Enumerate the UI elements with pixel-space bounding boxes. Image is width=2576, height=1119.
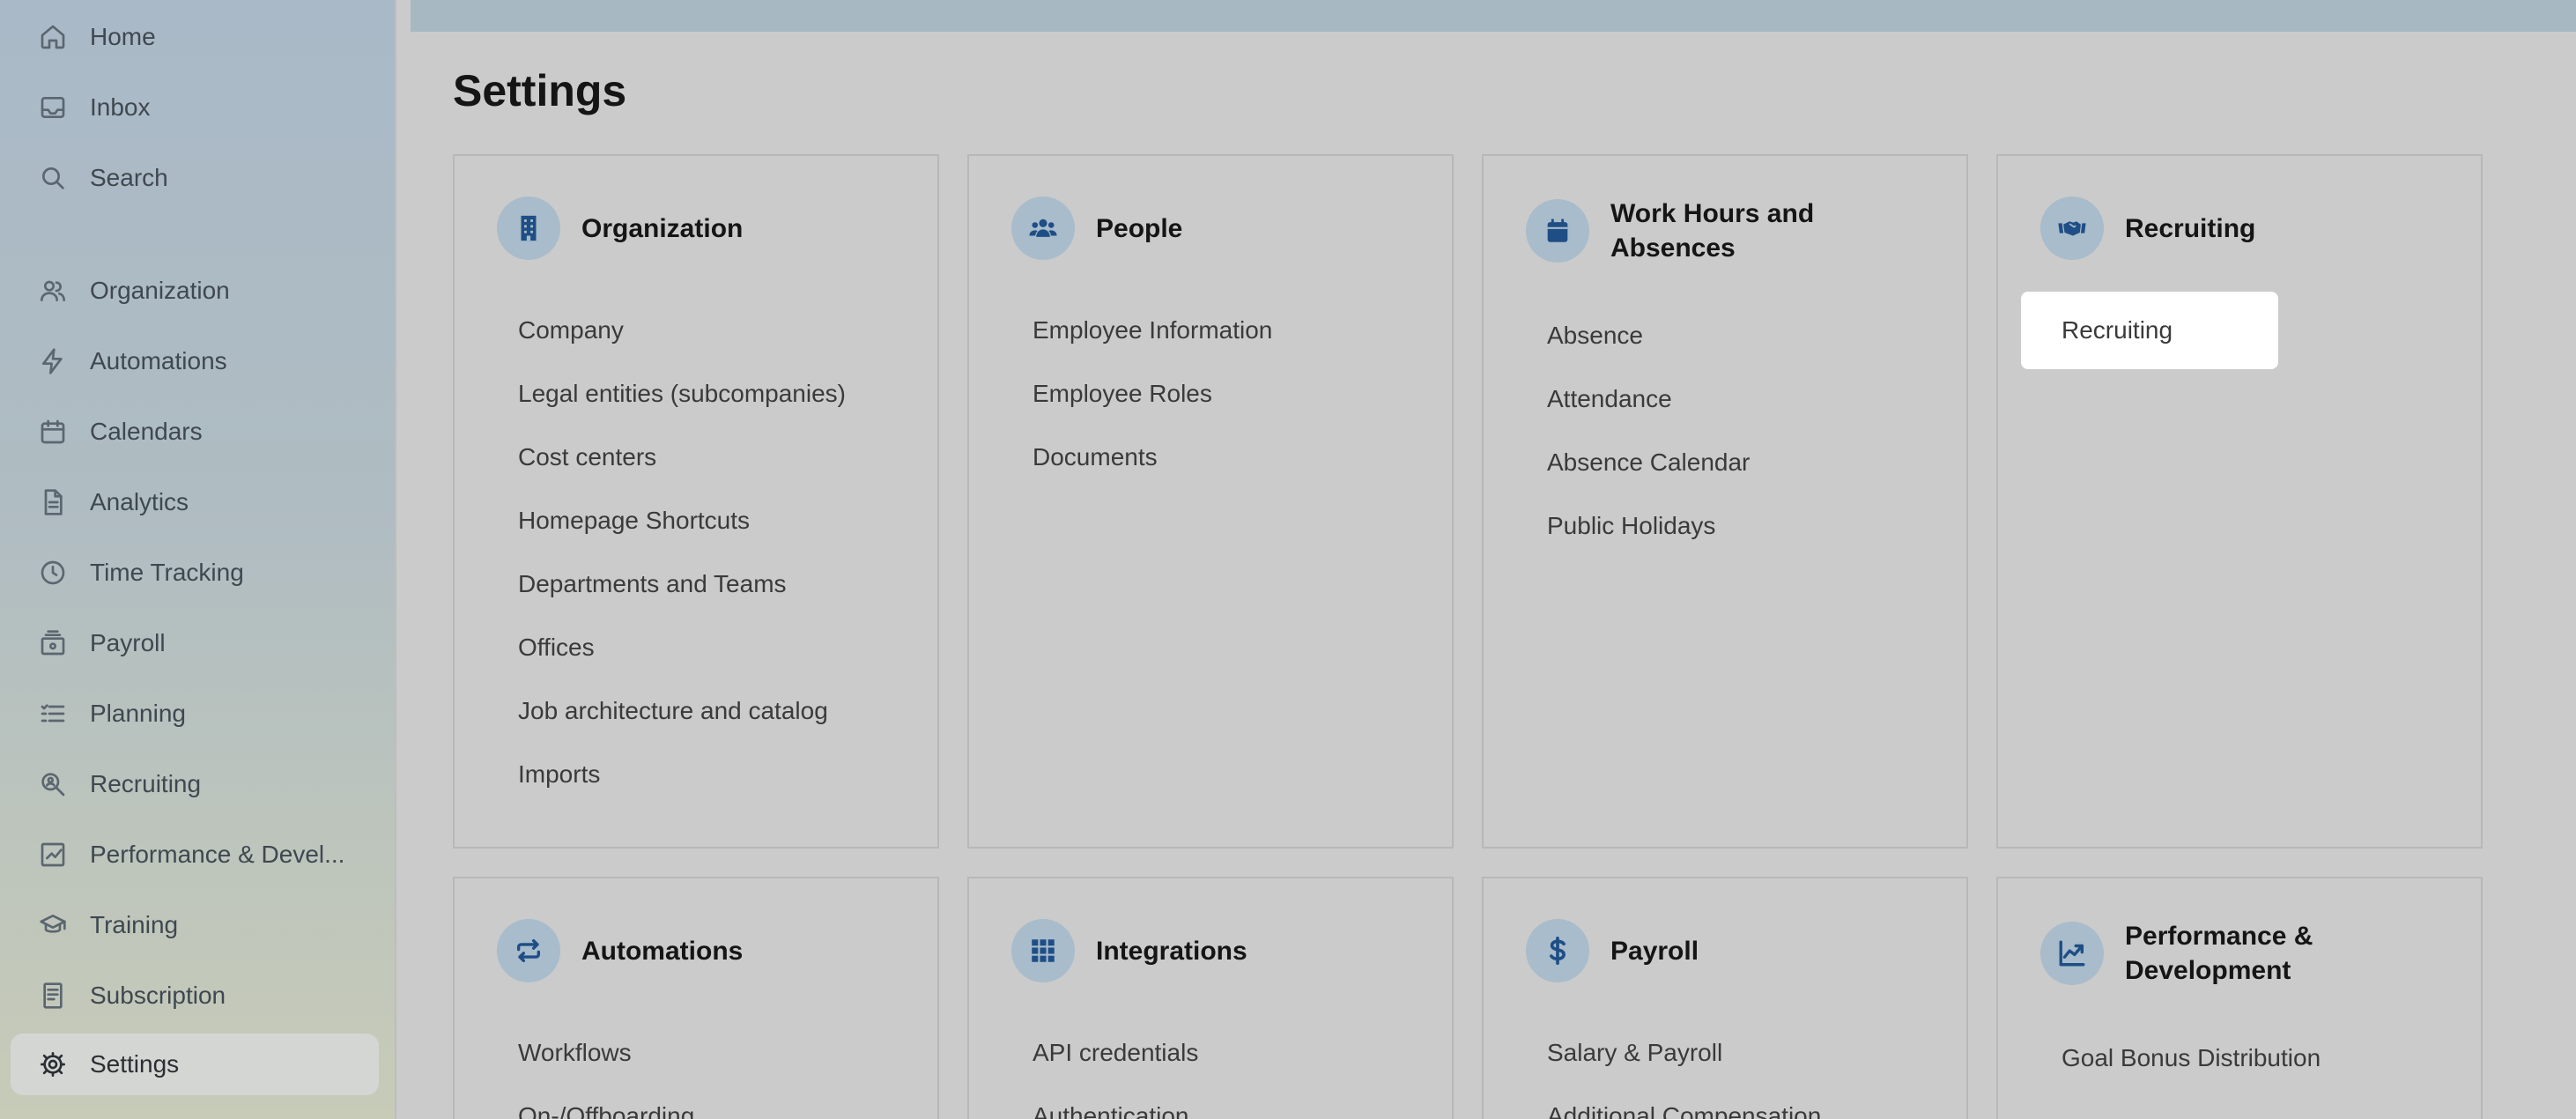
link-departments-teams[interactable]: Departments and Teams <box>518 552 846 616</box>
link-documents[interactable]: Documents <box>1033 426 1272 489</box>
link-offices[interactable]: Offices <box>518 616 846 679</box>
users-icon <box>1011 196 1075 260</box>
settings-card-work-hours: Work Hours and Absences Absence Attendan… <box>1482 154 1968 849</box>
lightning-icon <box>37 345 69 377</box>
repeat-icon <box>497 919 560 982</box>
link-api-credentials[interactable]: API credentials <box>1033 1021 1198 1085</box>
link-imports[interactable]: Imports <box>518 743 846 806</box>
sidebar-item-label: Training <box>90 911 179 938</box>
sidebar-item-label: Recruiting <box>90 770 202 797</box>
sidebar-item-training[interactable]: Training <box>11 894 379 956</box>
sidebar-item-recruiting[interactable]: Recruiting <box>11 753 379 815</box>
sidebar-item-inbox[interactable]: Inbox <box>11 77 379 138</box>
dollar-icon <box>1526 919 1589 982</box>
link-absence-calendar[interactable]: Absence Calendar <box>1547 431 1750 494</box>
inbox-icon <box>37 92 69 123</box>
settings-card-integrations: Integrations API credentials Authenticat… <box>967 877 1454 1119</box>
settings-card-recruiting: Recruiting Recruiting <box>1996 154 2483 849</box>
sidebar-item-label: Inbox <box>90 93 151 121</box>
chart-line-icon <box>2040 922 2104 985</box>
link-employee-roles[interactable]: Employee Roles <box>1033 362 1272 426</box>
sidebar-item-label: Payroll <box>90 629 166 656</box>
sidebar-item-subscription[interactable]: Subscription <box>11 965 379 1026</box>
page-title: Settings <box>453 66 627 115</box>
link-employee-information[interactable]: Employee Information <box>1033 299 1272 362</box>
card-title: Performance & Development <box>2125 922 2313 985</box>
card-title: Payroll <box>1610 936 1699 966</box>
sidebar-item-label: Search <box>90 164 168 191</box>
sidebar-item-label: Automations <box>90 347 227 374</box>
sidebar-item-label: Planning <box>90 700 186 727</box>
payroll-icon <box>37 627 69 659</box>
graduation-cap-icon <box>37 909 69 941</box>
list-icon <box>37 698 69 730</box>
home-icon <box>37 21 69 53</box>
link-cost-centers[interactable]: Cost centers <box>518 426 846 489</box>
link-authentication[interactable]: Authentication <box>1033 1085 1198 1119</box>
link-onoffboarding[interactable]: On-/Offboarding <box>518 1085 694 1119</box>
card-title: Work Hours and Absences <box>1610 199 1815 263</box>
link-company[interactable]: Company <box>518 299 846 362</box>
sidebar-item-label: Settings <box>90 1050 180 1078</box>
sidebar-item-settings[interactable]: Settings <box>11 1034 379 1095</box>
chart-icon <box>37 839 69 871</box>
gear-icon <box>37 1049 69 1080</box>
link-job-architecture[interactable]: Job architecture and catalog <box>518 679 846 743</box>
sidebar-item-label: Performance & Devel... <box>90 841 345 868</box>
top-banner <box>411 0 2576 32</box>
link-attendance[interactable]: Attendance <box>1547 367 1750 431</box>
sidebar-item-calendars[interactable]: Calendars <box>11 401 379 463</box>
sidebar-item-performance[interactable]: Performance & Devel... <box>11 824 379 886</box>
sidebar-item-time-tracking[interactable]: Time Tracking <box>11 542 379 604</box>
link-homepage-shortcuts[interactable]: Homepage Shortcuts <box>518 489 846 552</box>
clock-icon <box>37 557 69 589</box>
settings-card-people: People Employee Information Employee Rol… <box>967 154 1454 849</box>
sidebar-item-label: Analytics <box>90 488 189 515</box>
link-public-holidays[interactable]: Public Holidays <box>1547 494 1750 558</box>
link-legal-entities[interactable]: Legal entities (subcompanies) <box>518 362 846 426</box>
settings-card-performance: Performance & Development Goal Bonus Dis… <box>1996 877 2483 1119</box>
settings-card-automations: Automations Workflows On-/Offboarding <box>453 877 939 1119</box>
card-title: People <box>1096 213 1183 243</box>
sidebar-item-label: Subscription <box>90 982 226 1009</box>
settings-card-organization: Organization Company Legal entities (sub… <box>453 154 939 849</box>
sidebar-item-label: Organization <box>90 277 230 304</box>
card-title: Organization <box>581 213 744 243</box>
link-salary-payroll[interactable]: Salary & Payroll <box>1547 1021 1821 1085</box>
link-additional-compensation[interactable]: Additional Compensation <box>1547 1085 1821 1119</box>
link-workflows[interactable]: Workflows <box>518 1021 694 1085</box>
sidebar-item-label: Time Tracking <box>90 559 244 586</box>
calendar-icon <box>37 416 69 448</box>
sidebar-item-planning[interactable]: Planning <box>11 683 379 745</box>
grid-icon <box>1011 919 1075 982</box>
building-icon <box>497 196 560 260</box>
receipt-icon <box>37 980 69 1012</box>
sidebar-item-organization[interactable]: Organization <box>11 260 379 322</box>
handshake-icon <box>2040 196 2104 260</box>
people-icon <box>37 275 69 307</box>
card-title: Automations <box>581 936 744 966</box>
link-absence[interactable]: Absence <box>1547 304 1750 367</box>
sidebar-item-home[interactable]: Home <box>11 6 379 68</box>
sidebar-item-payroll[interactable]: Payroll <box>11 612 379 674</box>
settings-card-payroll: Payroll Salary & Payroll Additional Comp… <box>1482 877 1968 1119</box>
sidebar-item-analytics[interactable]: Analytics <box>11 471 379 533</box>
sidebar: Home Inbox Search Organization Automatio… <box>0 0 396 1119</box>
link-recruiting[interactable]: Recruiting <box>2021 292 2278 369</box>
card-title: Integrations <box>1096 936 1247 966</box>
sidebar-item-search[interactable]: Search <box>11 147 379 209</box>
sidebar-item-label: Home <box>90 23 156 50</box>
search-icon <box>37 162 69 194</box>
sidebar-item-label: Calendars <box>90 418 203 445</box>
sidebar-item-automations[interactable]: Automations <box>11 330 379 392</box>
link-goal-bonus-distribution[interactable]: Goal Bonus Distribution <box>2062 1026 2321 1090</box>
calendar-icon <box>1526 199 1589 263</box>
document-icon <box>37 486 69 518</box>
recruiting-icon <box>37 768 69 800</box>
card-title: Recruiting <box>2125 213 2256 243</box>
